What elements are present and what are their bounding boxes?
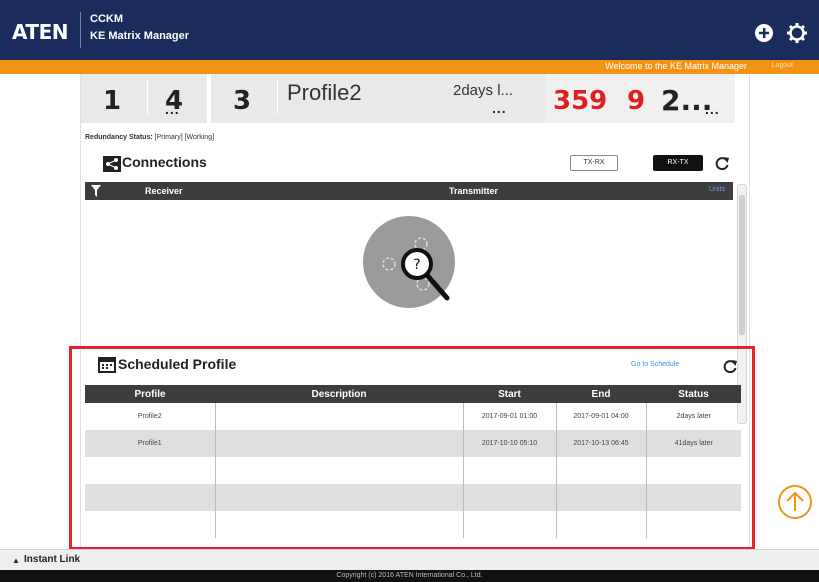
redundancy-value: [Primary] [Working] [154,134,215,141]
cell-end: 2017-09-01 04:00 [555,403,646,430]
redundancy-label: Redundancy Status: [85,134,153,141]
tx-rx-button[interactable]: TX-RX [570,155,618,171]
aten-logo: ATEN [12,20,68,44]
scheduled-profile-table: Profile Description Start End Status Pro… [85,385,741,538]
empty-row [85,511,741,538]
column-end[interactable]: End [556,385,646,403]
empty-row [85,484,741,511]
column-start[interactable]: Start [463,385,556,403]
connections-table-header: Receiver Transmitter Units [85,182,733,200]
column-units-link[interactable]: Units [709,186,725,193]
logo-divider [80,12,81,48]
cell-description [214,403,463,430]
go-to-schedule-link[interactable]: Go to Schedule [631,361,679,368]
plus-circle-icon[interactable] [753,22,775,44]
scroll-to-top-icon[interactable] [777,484,813,520]
logout-link[interactable]: Logout [772,62,793,69]
scheduled-profile-panel: Scheduled Profile Go to Schedule Profile… [69,346,755,550]
cell-profile: Profile1 [85,430,215,457]
svg-text:?: ? [413,257,420,273]
status-bar: Welcome to the KE Matrix Manager Logout [0,60,819,74]
column-profile[interactable]: Profile [85,385,215,403]
stat-value: 1 [103,86,122,116]
calendar-icon [98,357,116,373]
footer: Copyright (c) 2016 ATEN International Co… [0,570,819,582]
instant-link-label: Instant Link [24,554,81,565]
next-profile-when: 2days l... [453,82,514,99]
gear-icon[interactable] [786,22,808,44]
cell-description [214,430,463,457]
scheduled-profile-title: Scheduled Profile [118,356,237,372]
expand-up-icon: ▲ [12,556,20,565]
copyright-text: Copyright (c) 2016 ATEN International Co… [336,572,483,579]
rx-tx-button[interactable]: RX-TX [653,155,703,171]
welcome-text: Welcome to the KE Matrix Manager [605,61,747,71]
more-indicator: ... [165,101,180,117]
stat-value-red: 9 [627,86,646,116]
stat-value: 3 [233,86,252,116]
more-indicator: ... [705,101,720,117]
table-header-row: Profile Description Start End Status [85,385,741,403]
empty-row [85,457,741,484]
app-name: KE Matrix Manager [90,30,190,42]
cell-start: 2017-10-10 05:10 [462,430,556,457]
tile-divider [277,80,278,114]
cell-start: 2017-09-01 01:00 [462,403,556,430]
app-code: CCKM [90,13,123,25]
stat-tile-alerts[interactable]: 359 9 2... ... [545,74,735,123]
app-header: ATEN CCKM KE Matrix Manager [0,0,819,60]
cell-status: 2days later [645,403,741,430]
column-receiver[interactable]: Receiver [145,186,183,196]
share-icon [103,156,121,172]
refresh-icon[interactable] [722,358,738,374]
column-description[interactable]: Description [215,385,463,403]
table-row[interactable]: Profile1 2017-10-10 05:10 2017-10-13 06:… [85,430,741,457]
column-transmitter[interactable]: Transmitter [449,186,498,196]
next-profile-name: Profile2 [287,80,362,105]
connections-title: Connections [122,154,207,170]
cell-profile: Profile2 [137,413,162,420]
stat-value-red: 359 [553,86,608,116]
redundancy-status: Redundancy Status: [Primary] [Working] [85,134,214,141]
stat-tile-devices[interactable]: 1 4 ... [81,74,207,123]
refresh-icon[interactable] [714,155,730,171]
scrollbar-thumb[interactable] [739,195,745,335]
instant-link-bar[interactable]: ▲ Instant Link [0,549,819,570]
cell-end: 2017-10-13 06:45 [555,430,646,457]
tile-divider [147,80,148,114]
cell-status: 41days later [645,430,741,457]
filter-icon[interactable] [91,185,101,197]
column-status[interactable]: Status [646,385,741,403]
more-indicator: ... [492,100,507,116]
no-results-search-icon: ? [363,216,455,308]
table-row[interactable]: Profile2 2017-09-01 01:00 2017-09-01 04:… [85,403,741,430]
